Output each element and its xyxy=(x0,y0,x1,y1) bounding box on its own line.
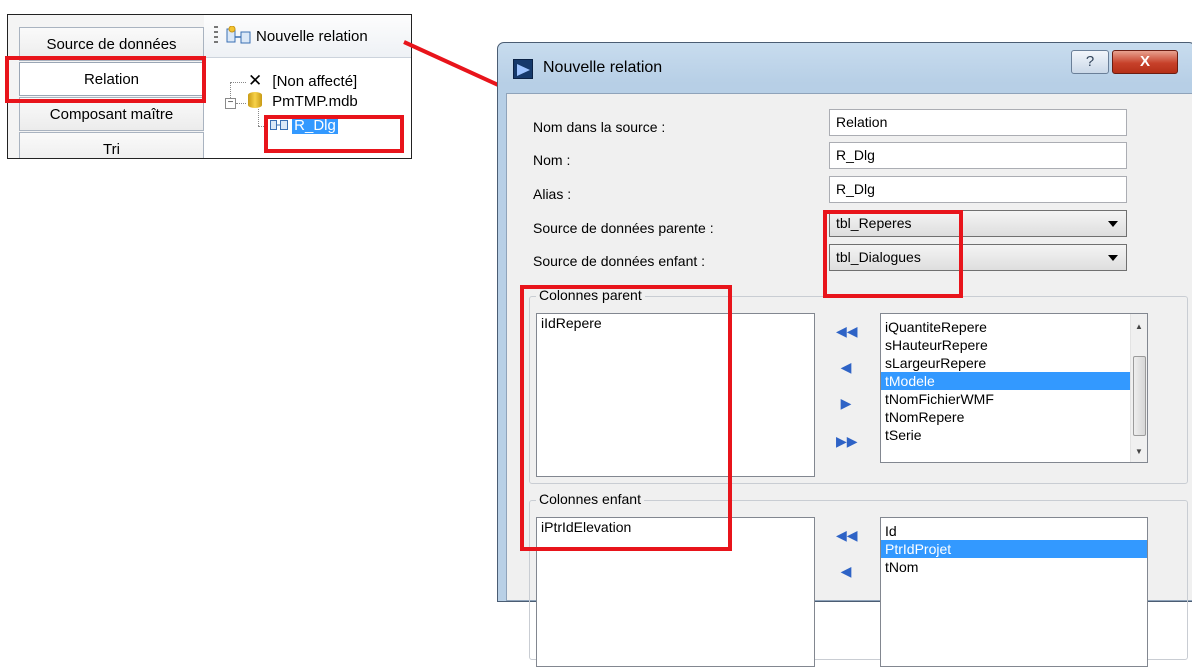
new-relation-button[interactable]: Nouvelle relation xyxy=(256,28,368,45)
parent-available-list[interactable]: iQuantiteRepere sHauteurRepere sLargeurR… xyxy=(880,313,1148,463)
dialog-app-icon xyxy=(513,59,533,79)
source-name-field[interactable]: Relation xyxy=(829,109,1127,136)
tab-sort[interactable]: Tri xyxy=(19,132,204,158)
collapse-icon[interactable]: − xyxy=(225,98,236,109)
scrollbar[interactable]: ▲ ▼ xyxy=(1130,314,1147,462)
source-name-label: Nom dans la source : xyxy=(533,119,666,135)
database-icon xyxy=(248,92,262,108)
highlight-columns xyxy=(520,285,732,551)
scroll-down-icon[interactable]: ▼ xyxy=(1131,447,1147,456)
move-left-button[interactable]: ◀ xyxy=(836,358,856,376)
help-button[interactable]: ? xyxy=(1071,50,1109,74)
name-field[interactable]: R_Dlg xyxy=(829,142,1127,169)
highlight-source-selects xyxy=(823,210,963,298)
list-item[interactable]: iQuantiteRepere xyxy=(881,318,1147,336)
close-button[interactable]: X xyxy=(1112,50,1178,74)
chevron-down-icon xyxy=(1108,255,1118,261)
list-item-selected[interactable]: PtrIdProjet xyxy=(881,540,1147,558)
close-icon: ✕ xyxy=(248,71,263,90)
child-source-label: Source de données enfant : xyxy=(533,253,706,269)
parent-source-label: Source de données parente : xyxy=(533,220,714,236)
move-all-left-button[interactable]: ◀◀ xyxy=(836,322,858,340)
list-item[interactable]: Id xyxy=(881,522,1147,540)
name-label: Nom : xyxy=(533,152,571,168)
list-item[interactable]: sHauteurRepere xyxy=(881,336,1147,354)
highlight-relation-node xyxy=(264,115,404,153)
new-relation-icon xyxy=(226,25,252,46)
list-item-selected[interactable]: tModele xyxy=(881,372,1147,390)
highlight-relation-tab xyxy=(5,56,206,103)
relation-toolbar: Nouvelle relation xyxy=(204,15,411,58)
list-item[interactable]: sLargeurRepere xyxy=(881,354,1147,372)
dialog-title: Nouvelle relation xyxy=(543,59,663,76)
tree-item-database[interactable]: PmTMP.mdb xyxy=(248,92,358,112)
alias-field[interactable]: R_Dlg xyxy=(829,176,1127,203)
move-all-left-button[interactable]: ◀◀ xyxy=(836,526,858,544)
child-available-list[interactable]: Id PtrIdProjet tNom xyxy=(880,517,1148,667)
list-item[interactable]: tNomRepere xyxy=(881,408,1147,426)
move-all-right-button[interactable]: ▶▶ xyxy=(836,432,858,450)
move-left-button[interactable]: ◀ xyxy=(836,562,856,580)
list-item[interactable]: tSerie xyxy=(881,426,1147,444)
tree-item-unassigned[interactable]: ✕ [Non affecté] xyxy=(248,71,357,91)
move-right-button[interactable]: ▶ xyxy=(836,394,856,412)
scroll-thumb[interactable] xyxy=(1133,356,1146,436)
list-item[interactable]: tNomFichierWMF xyxy=(881,390,1147,408)
list-item[interactable]: tNom xyxy=(881,558,1147,576)
toolbar-grip[interactable] xyxy=(214,26,218,46)
alias-label: Alias : xyxy=(533,186,572,202)
scroll-up-icon[interactable]: ▲ xyxy=(1131,322,1147,331)
chevron-down-icon xyxy=(1108,221,1118,227)
